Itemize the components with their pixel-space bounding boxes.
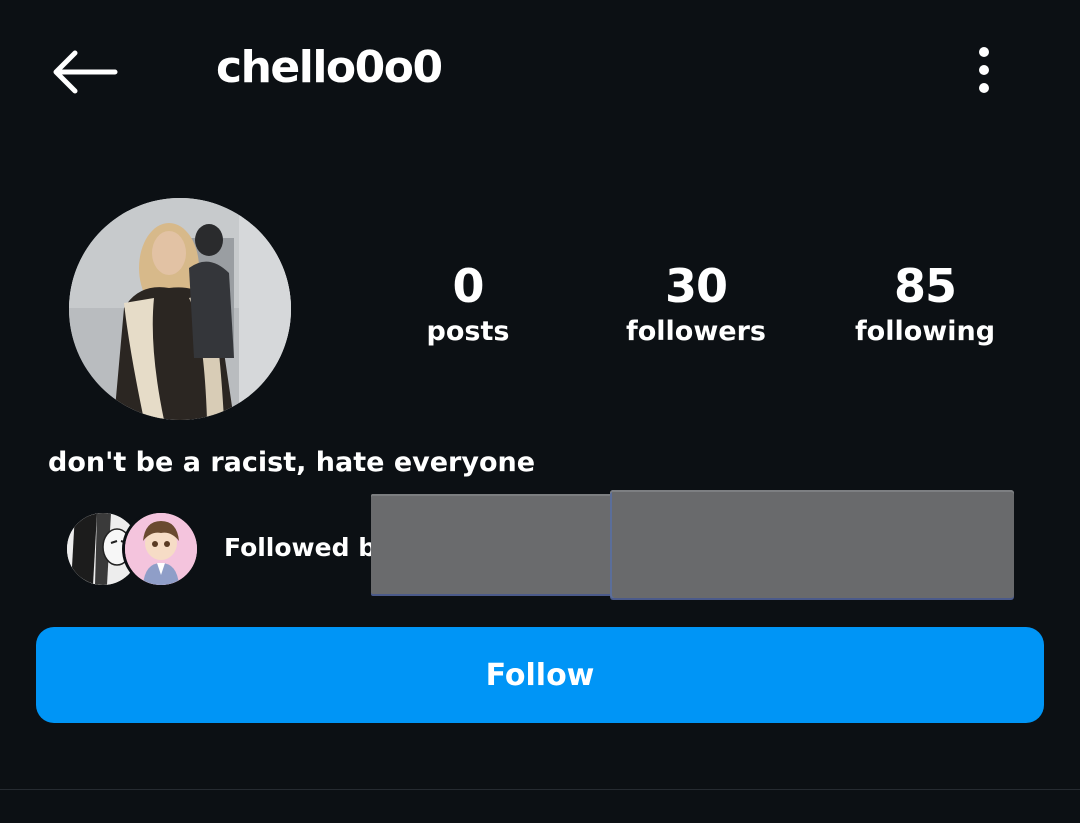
- page-title: chello0o0: [216, 42, 443, 93]
- followed-by-label[interactable]: Followed by: [224, 530, 392, 566]
- followers-label: followers: [626, 316, 766, 347]
- mutual-followers-avatars[interactable]: [64, 510, 200, 590]
- more-dot: [979, 65, 989, 75]
- mutual-avatar-image: [125, 513, 197, 585]
- follow-button[interactable]: Follow: [36, 627, 1044, 723]
- following-label: following: [854, 316, 996, 347]
- avatar-photo: [69, 198, 291, 420]
- profile-bio: don't be a racist, hate everyone: [48, 447, 536, 478]
- redaction-block: [610, 490, 1014, 598]
- more-dot: [979, 83, 989, 93]
- arrow-left-icon: [53, 50, 118, 94]
- profile-avatar[interactable]: [69, 198, 291, 420]
- redaction-block: [371, 494, 621, 594]
- back-button[interactable]: [46, 40, 122, 104]
- following-stat[interactable]: 85 following: [835, 258, 1015, 352]
- profile-screen: chello0o0 0 posts 30 followers 85 follow…: [0, 0, 1080, 823]
- mutual-avatar: [122, 510, 200, 588]
- followers-count: 30: [664, 259, 728, 313]
- more-vertical-icon: [979, 47, 989, 57]
- divider: [0, 789, 1080, 790]
- posts-label: posts: [426, 316, 510, 347]
- followers-stat[interactable]: 30 followers: [606, 258, 786, 352]
- more-options-button[interactable]: [960, 40, 1008, 100]
- posts-count: 0: [452, 259, 484, 313]
- following-count: 85: [893, 259, 957, 313]
- posts-stat[interactable]: 0 posts: [378, 258, 558, 352]
